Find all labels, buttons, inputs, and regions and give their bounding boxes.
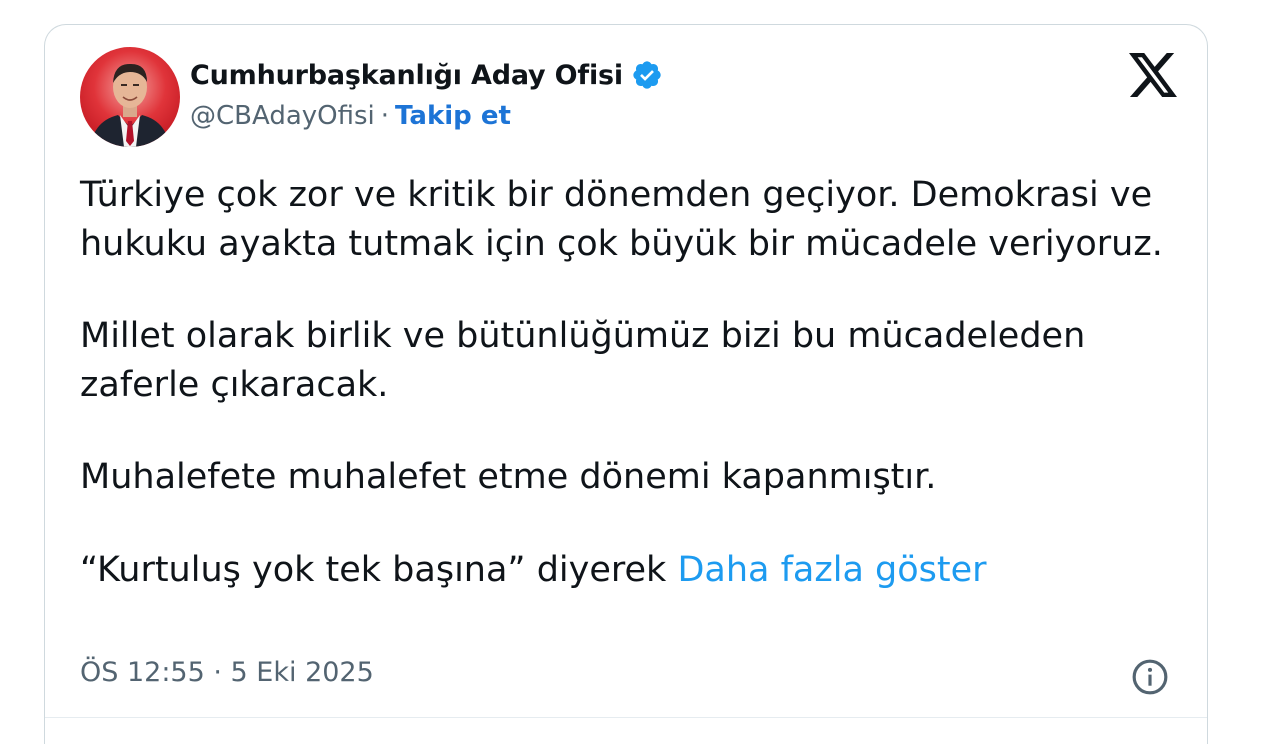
divider	[45, 717, 1207, 718]
tweet-body: Türkiye çok zor ve kritik bir dönemden g…	[80, 171, 1190, 594]
tweet-paragraph: Millet olarak birlik ve bütünlüğümüz biz…	[80, 316, 1086, 405]
author-name-row: Cumhurbaşkanlığı Aday Ofisi	[190, 59, 663, 91]
tweet-paragraph: Türkiye çok zor ve kritik bir dönemden g…	[80, 175, 1163, 264]
info-icon[interactable]	[1131, 658, 1169, 696]
follow-link[interactable]: Takip et	[395, 101, 511, 131]
tweet-card[interactable]: Cumhurbaşkanlığı Aday Ofisi @CBAdayOfisi…	[44, 24, 1208, 744]
tweet-paragraph-text: “Kurtuluş yok tek başına” diyerek	[80, 549, 667, 590]
tweet-paragraph-last: “Kurtuluş yok tek başına” diyerek Daha f…	[80, 546, 1190, 595]
verified-badge-icon	[633, 61, 661, 89]
profile-photo	[80, 47, 180, 147]
author-handle[interactable]: @CBAdayOfisi	[190, 101, 375, 131]
author-display-name[interactable]: Cumhurbaşkanlığı Aday Ofisi	[190, 60, 623, 91]
tweet-paragraph: Muhalefete muhalefet etme dönemi kapanmı…	[80, 457, 937, 497]
author-handle-row: @CBAdayOfisi · Takip et	[190, 101, 511, 131]
handle-separator: ·	[380, 101, 390, 131]
x-logo-icon[interactable]	[1129, 53, 1177, 97]
tweet-timestamp[interactable]: ÖS 12:55 · 5 Eki 2025	[80, 657, 374, 688]
show-more-link[interactable]: Daha fazla göster	[677, 550, 986, 590]
avatar[interactable]	[80, 47, 180, 147]
